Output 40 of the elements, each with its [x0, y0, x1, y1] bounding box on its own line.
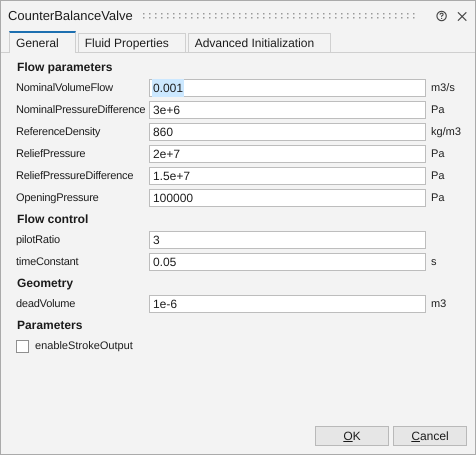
unit-label: m3/s — [431, 80, 455, 96]
section-heading: Geometry — [16, 275, 74, 292]
field-label: pilotRatio — [16, 232, 61, 248]
checkbox-label: enableStrokeOutput — [35, 338, 133, 354]
unit-label: Pa — [431, 168, 444, 184]
field-label: timeConstant — [16, 254, 80, 270]
field-label: NominalPressureDifference — [16, 102, 146, 118]
unit-label: Pa — [431, 146, 444, 162]
input-field[interactable]: 860 — [149, 123, 426, 141]
tab[interactable]: General — [9, 31, 76, 53]
help-icon[interactable] — [436, 10, 447, 22]
input-field[interactable]: 0.05 — [149, 253, 426, 271]
section-heading: Parameters — [16, 317, 84, 334]
unit-label: Pa — [431, 102, 444, 118]
input-field[interactable]: 0.001 — [149, 79, 426, 97]
section-heading: Flow parameters — [16, 59, 114, 76]
tab[interactable]: Fluid Properties — [78, 33, 186, 52]
input-field[interactable]: 1e-6 — [149, 295, 426, 313]
field-label: OpeningPressure — [16, 190, 100, 206]
checkbox[interactable] — [16, 340, 29, 352]
close-icon[interactable] — [456, 10, 467, 22]
dialog-button[interactable]: Cancel — [393, 426, 467, 446]
unit-label: m3 — [431, 296, 446, 312]
input-field[interactable]: 2e+7 — [149, 145, 426, 163]
input-field[interactable]: 100000 — [149, 189, 426, 207]
input-field[interactable]: 3e+6 — [149, 101, 426, 119]
section-heading: Flow control — [16, 211, 90, 228]
input-field[interactable]: 1.5e+7 — [149, 167, 426, 185]
field-label: NominalVolumeFlow — [16, 80, 114, 96]
field-label: ReliefPressure — [16, 146, 86, 162]
dialog-button[interactable]: OK — [315, 426, 389, 446]
window-title: CounterBalanceValve — [8, 7, 133, 26]
field-label: deadVolume — [16, 296, 76, 312]
unit-label: Pa — [431, 190, 444, 206]
field-label: ReferenceDensity — [16, 124, 102, 140]
input-field[interactable]: 3 — [149, 231, 426, 249]
field-label: ReliefPressureDifference — [16, 168, 134, 184]
unit-label: kg/m3 — [431, 124, 461, 140]
tab[interactable]: Advanced Initialization — [188, 33, 332, 52]
unit-label: s — [431, 254, 436, 270]
